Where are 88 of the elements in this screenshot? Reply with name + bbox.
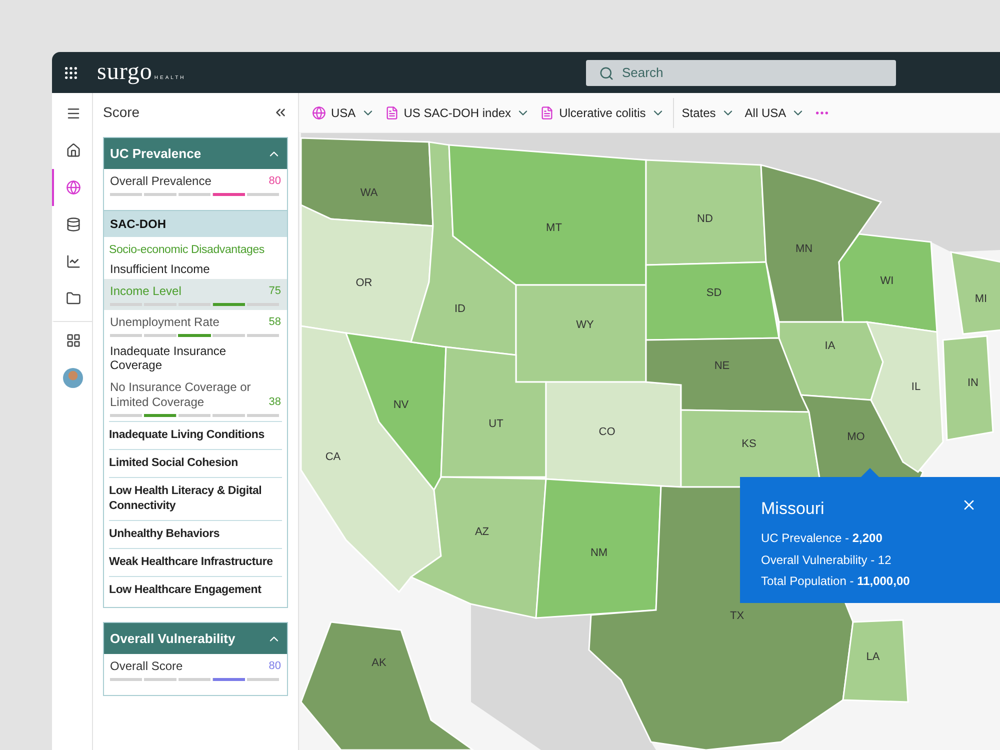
state-shape[interactable]	[645, 159, 767, 266]
app-launcher-icon[interactable]	[63, 64, 79, 80]
state-label: CA	[325, 451, 341, 463]
tooltip-title: Missouri	[761, 499, 824, 519]
metric-row[interactable]: Overall Prevalence 80	[104, 169, 287, 200]
state-shape[interactable]	[344, 332, 447, 492]
state-shape[interactable]	[778, 321, 884, 401]
menu-icon	[66, 106, 80, 121]
subcategory-title: Inadequate Insurance Coverage	[109, 343, 228, 374]
metric-label: Unemployment Rate	[110, 315, 220, 330]
section-header: SAC-DOH	[104, 211, 287, 237]
database-icon	[66, 217, 80, 232]
metric-label: Overall Score	[110, 659, 183, 674]
metric-value: 58	[268, 315, 281, 330]
metric-value: 75	[268, 284, 281, 299]
state-shape[interactable]	[300, 204, 434, 343]
filter-dropdown[interactable]: All USA	[740, 100, 810, 124]
state-shape[interactable]	[300, 325, 442, 594]
state-label: NV	[393, 399, 409, 411]
state-label: ID	[454, 303, 466, 315]
state-shape[interactable]	[645, 337, 810, 413]
state-label: WI	[880, 275, 894, 287]
state-label: IN	[968, 377, 978, 389]
metric-row[interactable]: Unemployment Rate 58	[104, 310, 287, 341]
state-label: MT	[546, 222, 562, 234]
category-item[interactable]: Weak Healthcare Infrastructure	[109, 549, 282, 576]
category-item[interactable]: Limited Social Cohesion	[109, 450, 282, 477]
apps-icon	[66, 333, 80, 348]
state-shape[interactable]	[545, 381, 682, 488]
tooltip-line: Total Population - 11,000,00	[761, 573, 910, 590]
state-label: AK	[372, 657, 386, 669]
state-label: IL	[911, 381, 921, 393]
globe-icon	[312, 106, 326, 120]
panel-title: Score	[103, 104, 140, 120]
metric-value: 38	[268, 395, 281, 410]
metric-label: Income Level	[110, 284, 182, 299]
tooltip-line: Overall Vulnerability - 12	[761, 552, 892, 568]
metric-label: No Insurance Coverage or Limited Coverage	[110, 380, 252, 410]
metric-row[interactable]: No Insurance Coverage or Limited Coverage 38	[104, 375, 287, 421]
metric-value: 80	[268, 174, 281, 189]
card-header[interactable]: Overall Vulnerability	[104, 623, 287, 654]
state-label: NE	[714, 360, 730, 372]
state-shape[interactable]	[842, 619, 909, 703]
state-shape[interactable]	[410, 141, 517, 356]
state-shape[interactable]	[409, 476, 547, 619]
search-icon	[599, 66, 614, 80]
state-label: TX	[730, 610, 744, 622]
document-icon	[540, 106, 554, 120]
state-label: OR	[356, 277, 372, 289]
state-label: MN	[795, 243, 813, 255]
folder-icon	[66, 291, 80, 306]
category-item[interactable]: Low Healthcare Engagement	[109, 577, 282, 604]
state-label: ND	[697, 213, 713, 225]
tooltip-line: UC Prevalence - 2,200	[761, 530, 882, 547]
subcategory-title: Insufficient Income	[109, 261, 211, 278]
state-label: MI	[974, 293, 988, 305]
avatar-icon	[63, 368, 83, 388]
document-icon	[384, 106, 399, 120]
chart-icon	[66, 254, 80, 269]
category-item[interactable]: Low Health Literacy & Digital Connectivity	[109, 478, 282, 520]
globe-icon	[66, 180, 80, 195]
filter-dropdown[interactable]: States	[676, 100, 740, 124]
category-item[interactable]: Inadequate Living Conditions	[109, 422, 282, 449]
state-label: WY	[576, 319, 594, 331]
state-shape[interactable]	[866, 321, 944, 473]
state-shape[interactable]	[448, 144, 647, 286]
state-label: IA	[824, 340, 836, 352]
filter-dropdown[interactable]: US SAC-DOH index	[380, 100, 536, 124]
state-label: CO	[598, 426, 616, 438]
state-shape[interactable]	[838, 233, 938, 333]
metric-label: Overall Prevalence	[110, 174, 212, 189]
state-shape[interactable]	[300, 621, 476, 750]
metric-row[interactable]: Overall Score 80	[104, 654, 287, 685]
state-label: KS	[742, 438, 756, 450]
state-label: AZ	[474, 526, 490, 538]
category-item[interactable]: Unhealthy Behaviors	[109, 521, 282, 548]
state-shape[interactable]	[645, 261, 780, 341]
state-label: SD	[706, 287, 722, 299]
filter-dropdown[interactable]: Ulcerative colitis	[535, 100, 670, 124]
metric-value: 80	[268, 659, 281, 674]
card-header[interactable]: UC Prevalence	[104, 138, 287, 169]
state-label: UT	[488, 418, 504, 430]
logo-text: surgo	[97, 59, 152, 86]
home-icon	[66, 143, 80, 158]
filter-dropdown[interactable]: USA	[307, 100, 380, 124]
search-field[interactable]: Search	[586, 60, 896, 86]
state-label: LA	[866, 651, 880, 663]
state-label: MO	[847, 431, 865, 443]
